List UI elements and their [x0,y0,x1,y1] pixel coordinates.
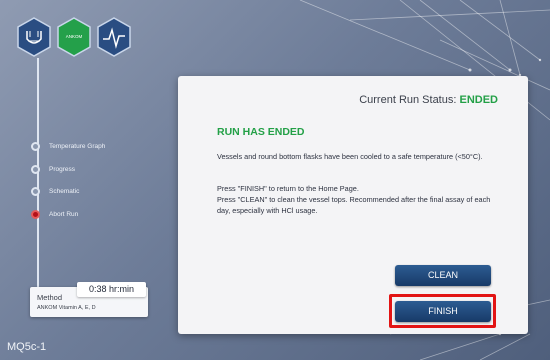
run-status-label: Current Run Status: [359,94,457,106]
nav-item-label: Abort Run [49,210,79,218]
nav-dot [31,164,40,174]
nav-item-label: Schematic [49,187,80,195]
nav-dot [31,186,40,196]
ankom-logo-text: ANKOM [65,34,83,39]
finish-button[interactable]: FINISH [395,301,491,322]
abort-dot [31,209,40,219]
finish-instruction: Press "FINISH" to return to the Home Pag… [217,184,359,193]
clean-button[interactable]: CLEAN [395,265,491,286]
run-status: Current Run Status: ENDED [359,94,498,106]
nav-item-schematic[interactable]: Schematic [31,183,79,199]
run-status-value: ENDED [459,94,498,106]
nav-dot [31,141,40,151]
run-status-panel: Current Run Status: ENDED RUN HAS ENDED … [178,76,528,334]
clean-instruction: Press "CLEAN" to clean the vessel tops. … [217,195,491,215]
method-label: Method [37,293,63,302]
run-title: RUN HAS ENDED [217,126,305,138]
nav-item-label: Temperature Graph [49,142,106,150]
cooling-message: Vessels and round bottom flasks have bee… [217,152,483,161]
elapsed-time: 0:38 hr:min [77,282,146,297]
nav-item-temperature-graph[interactable]: Temperature Graph [31,138,105,154]
nav-item-abort-run[interactable]: Abort Run [31,206,78,222]
instrument-model: MQ5c-1 [7,341,47,353]
heartbeat-icon[interactable] [96,17,132,57]
nav-item-progress[interactable]: Progress [31,161,75,177]
flask-icon[interactable] [16,17,52,57]
method-value: ANKOM Vitamin A, E, D [37,305,96,311]
nav-item-label: Progress [49,165,76,173]
